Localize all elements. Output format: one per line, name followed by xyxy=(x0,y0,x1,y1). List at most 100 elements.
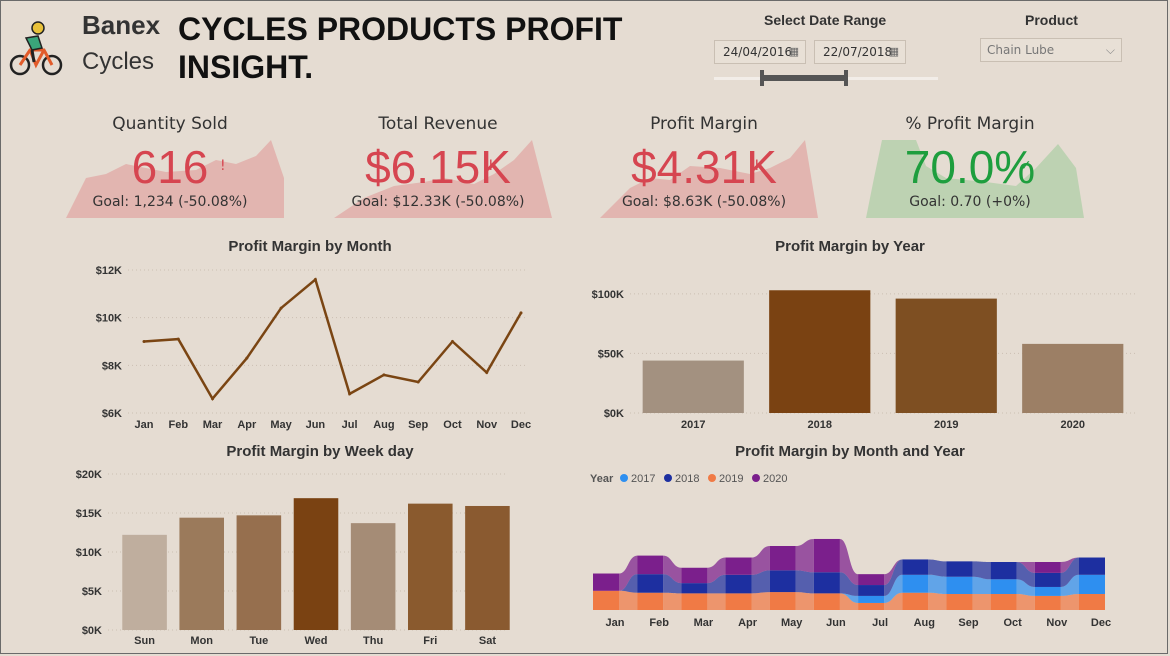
y-tick-label: $0K xyxy=(82,625,102,637)
segment-2018 xyxy=(1034,572,1061,587)
bar xyxy=(769,290,871,413)
bar xyxy=(895,298,997,413)
data-point xyxy=(313,278,317,282)
x-tick-label: Jan xyxy=(606,617,625,629)
segment-2019 xyxy=(681,593,708,610)
kpi-value: 70.0% xyxy=(904,141,1036,193)
calendar-icon[interactable]: ▦ xyxy=(789,41,799,63)
segment-2019 xyxy=(990,594,1017,610)
legend-marker xyxy=(620,474,628,482)
x-tick-label: Wed xyxy=(304,635,327,647)
data-point xyxy=(176,337,180,341)
date-end-input[interactable]: 22/07/2018 ▦ xyxy=(814,40,906,64)
x-tick-label: Jun xyxy=(826,617,846,629)
x-tick-label: Feb xyxy=(649,617,669,629)
segment-2019 xyxy=(813,593,840,610)
y-tick-label: $8K xyxy=(102,360,122,372)
x-tick-label: Jul xyxy=(342,419,358,431)
x-tick-label: Tue xyxy=(249,635,268,647)
bar xyxy=(1022,343,1124,413)
segment-2017 xyxy=(902,574,929,593)
ribbon-2018 xyxy=(795,570,814,594)
x-tick-label: Oct xyxy=(1003,617,1022,629)
ribbon-2020 xyxy=(795,538,814,573)
kpi-goal: Goal: 1,234 (-50.08%) xyxy=(92,194,248,210)
segment-2020 xyxy=(637,555,664,575)
segment-2019 xyxy=(946,594,973,610)
x-tick-label: Nov xyxy=(1046,617,1068,629)
x-tick-label: Mar xyxy=(203,419,223,431)
y-tick-label: $10K xyxy=(96,313,122,325)
segment-2019 xyxy=(1079,594,1105,610)
legend-marker xyxy=(708,474,716,482)
x-tick-label: Aug xyxy=(914,617,935,629)
ribbon-2017 xyxy=(928,574,947,594)
data-point xyxy=(211,397,215,401)
y-tick-label: $0K xyxy=(604,408,624,420)
ribbon-2019 xyxy=(1060,594,1079,610)
y-tick-label: $6K xyxy=(102,408,122,420)
series-line xyxy=(143,277,523,401)
segment-2017 xyxy=(990,579,1017,594)
ribbon-2019 xyxy=(928,592,947,610)
x-tick-label: Mar xyxy=(694,617,714,629)
segment-2019 xyxy=(769,592,796,610)
chart-title-year: Profit Margin by Year xyxy=(775,238,925,255)
y-tick-label: $10K xyxy=(76,547,102,559)
x-tick-label: Sep xyxy=(408,419,428,431)
segment-2018 xyxy=(1079,557,1105,575)
ribbon-2019 xyxy=(619,590,638,610)
date-slider-handle-start[interactable] xyxy=(760,70,764,86)
x-tick-label: Sat xyxy=(479,635,496,647)
segment-2020 xyxy=(858,574,885,586)
segment-2018 xyxy=(725,574,752,594)
y-tick-label: $12K xyxy=(96,265,122,277)
date-end-value: 22/07/2018 xyxy=(823,45,893,59)
y-tick-label: $5K xyxy=(82,586,102,598)
bar xyxy=(236,515,282,630)
legend-label: 2020 xyxy=(763,473,787,485)
kpi-value: $6.15K xyxy=(365,141,511,193)
x-tick-label: Aug xyxy=(373,419,394,431)
x-tick-label: Feb xyxy=(168,419,188,431)
line-chart-month: $6K $8K $10K $12K Jan Feb Mar Apr May Jun Jul Aug Se… xyxy=(96,265,531,431)
product-label: Product xyxy=(1025,12,1078,28)
y-tick-label: $15K xyxy=(76,508,102,520)
kpi-title: Total Revenue xyxy=(378,114,498,134)
calendar-icon[interactable]: ▦ xyxy=(889,41,899,63)
x-tick-label: Apr xyxy=(738,617,758,629)
data-point xyxy=(416,380,420,384)
ribbon-2018 xyxy=(972,561,991,580)
bar-chart-year: $0K $50K $100K 2017 2018 2019 2020 xyxy=(592,289,1136,431)
x-tick-label: 2018 xyxy=(808,419,832,431)
x-tick-label: Apr xyxy=(237,419,257,431)
ribbon-2019 xyxy=(972,594,991,610)
kpi-status-icon: ! xyxy=(754,158,760,174)
kpi-goal: Goal: $12.33K (-50.08%) xyxy=(351,194,525,210)
kpi-value: 616 xyxy=(131,141,209,193)
kpi-value: $4.31K xyxy=(631,141,777,193)
date-slider-range xyxy=(762,75,846,81)
x-tick-label: Mon xyxy=(190,635,213,647)
date-range-label: Select Date Range xyxy=(764,12,887,28)
x-tick-label: Fri xyxy=(423,635,437,647)
ribbon-2019 xyxy=(751,592,770,610)
legend-label: 2017 xyxy=(631,473,655,485)
segment-2020 xyxy=(1034,562,1061,573)
ribbon-2018 xyxy=(928,559,947,577)
product-dropdown[interactable]: Chain Lube ⌵ xyxy=(980,38,1122,62)
bar xyxy=(350,523,396,630)
kpi-status-icon: ! xyxy=(220,158,226,174)
x-tick-label: Dec xyxy=(511,419,531,431)
segment-2020 xyxy=(593,573,619,591)
segment-2018 xyxy=(637,574,664,593)
data-point xyxy=(279,306,283,310)
bar xyxy=(179,517,224,630)
date-start-input[interactable]: 24/04/2016 ▦ xyxy=(714,40,806,64)
segment-2020 xyxy=(681,567,708,584)
x-tick-label: Jan xyxy=(135,419,154,431)
date-slider-handle-end[interactable] xyxy=(844,70,848,86)
kpi-title: Profit Margin xyxy=(650,114,758,134)
x-tick-label: May xyxy=(781,617,803,629)
segment-2017 xyxy=(1079,574,1105,594)
